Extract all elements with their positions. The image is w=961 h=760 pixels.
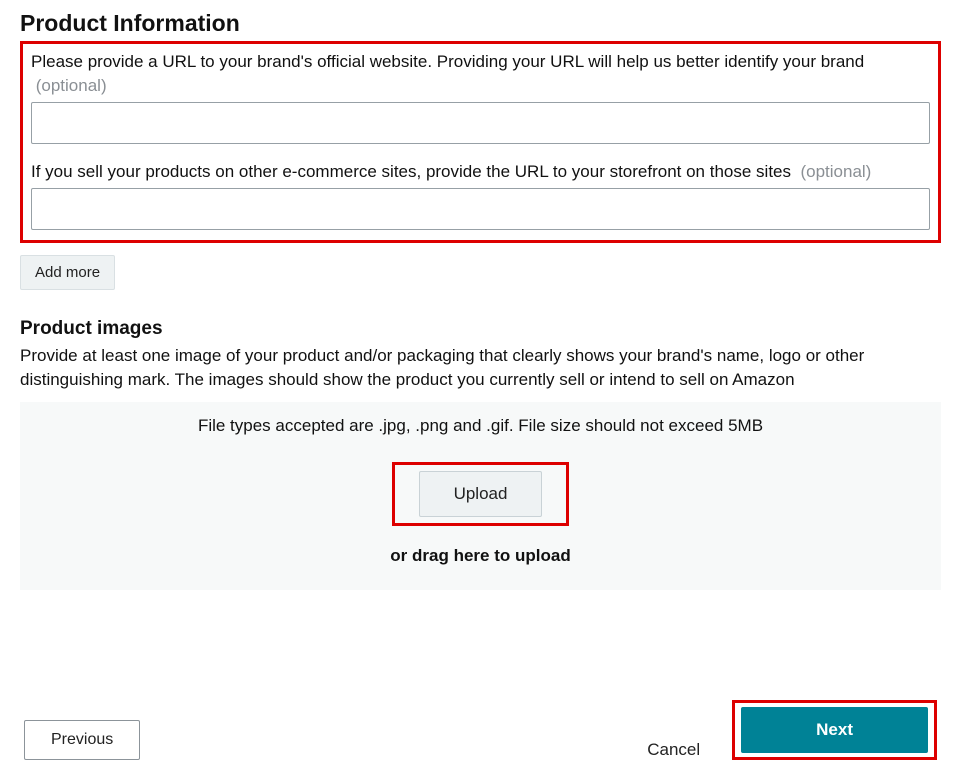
upload-panel[interactable]: File types accepted are .jpg, .png and .… (20, 402, 941, 590)
brand-url-input[interactable] (31, 102, 930, 144)
file-type-hint: File types accepted are .jpg, .png and .… (36, 416, 925, 436)
upload-highlight-box: Upload (392, 462, 570, 526)
brand-url-optional-tag: (optional) (36, 76, 107, 95)
footer-actions: Previous Cancel Next (20, 700, 941, 760)
storefront-url-optional-tag: (optional) (800, 162, 871, 181)
drag-to-upload-text: or drag here to upload (36, 546, 925, 566)
previous-button[interactable]: Previous (24, 720, 140, 760)
brand-url-label: Please provide a URL to your brand's off… (31, 50, 930, 98)
brand-url-label-text: Please provide a URL to your brand's off… (31, 52, 864, 71)
url-fields-group: Please provide a URL to your brand's off… (20, 41, 941, 243)
next-highlight-box: Next (732, 700, 937, 760)
storefront-url-label: If you sell your products on other e-com… (31, 160, 930, 184)
product-images-title: Product images (20, 318, 941, 340)
product-images-description: Provide at least one image of your produ… (20, 344, 941, 392)
product-information-page: Product Information Please provide a URL… (0, 0, 961, 760)
cancel-button[interactable]: Cancel (639, 730, 708, 760)
add-more-button[interactable]: Add more (20, 255, 115, 290)
page-title: Product Information (20, 10, 941, 37)
storefront-url-label-text: If you sell your products on other e-com… (31, 162, 791, 181)
next-button[interactable]: Next (741, 707, 928, 753)
storefront-url-input[interactable] (31, 188, 930, 230)
upload-button[interactable]: Upload (419, 471, 543, 517)
